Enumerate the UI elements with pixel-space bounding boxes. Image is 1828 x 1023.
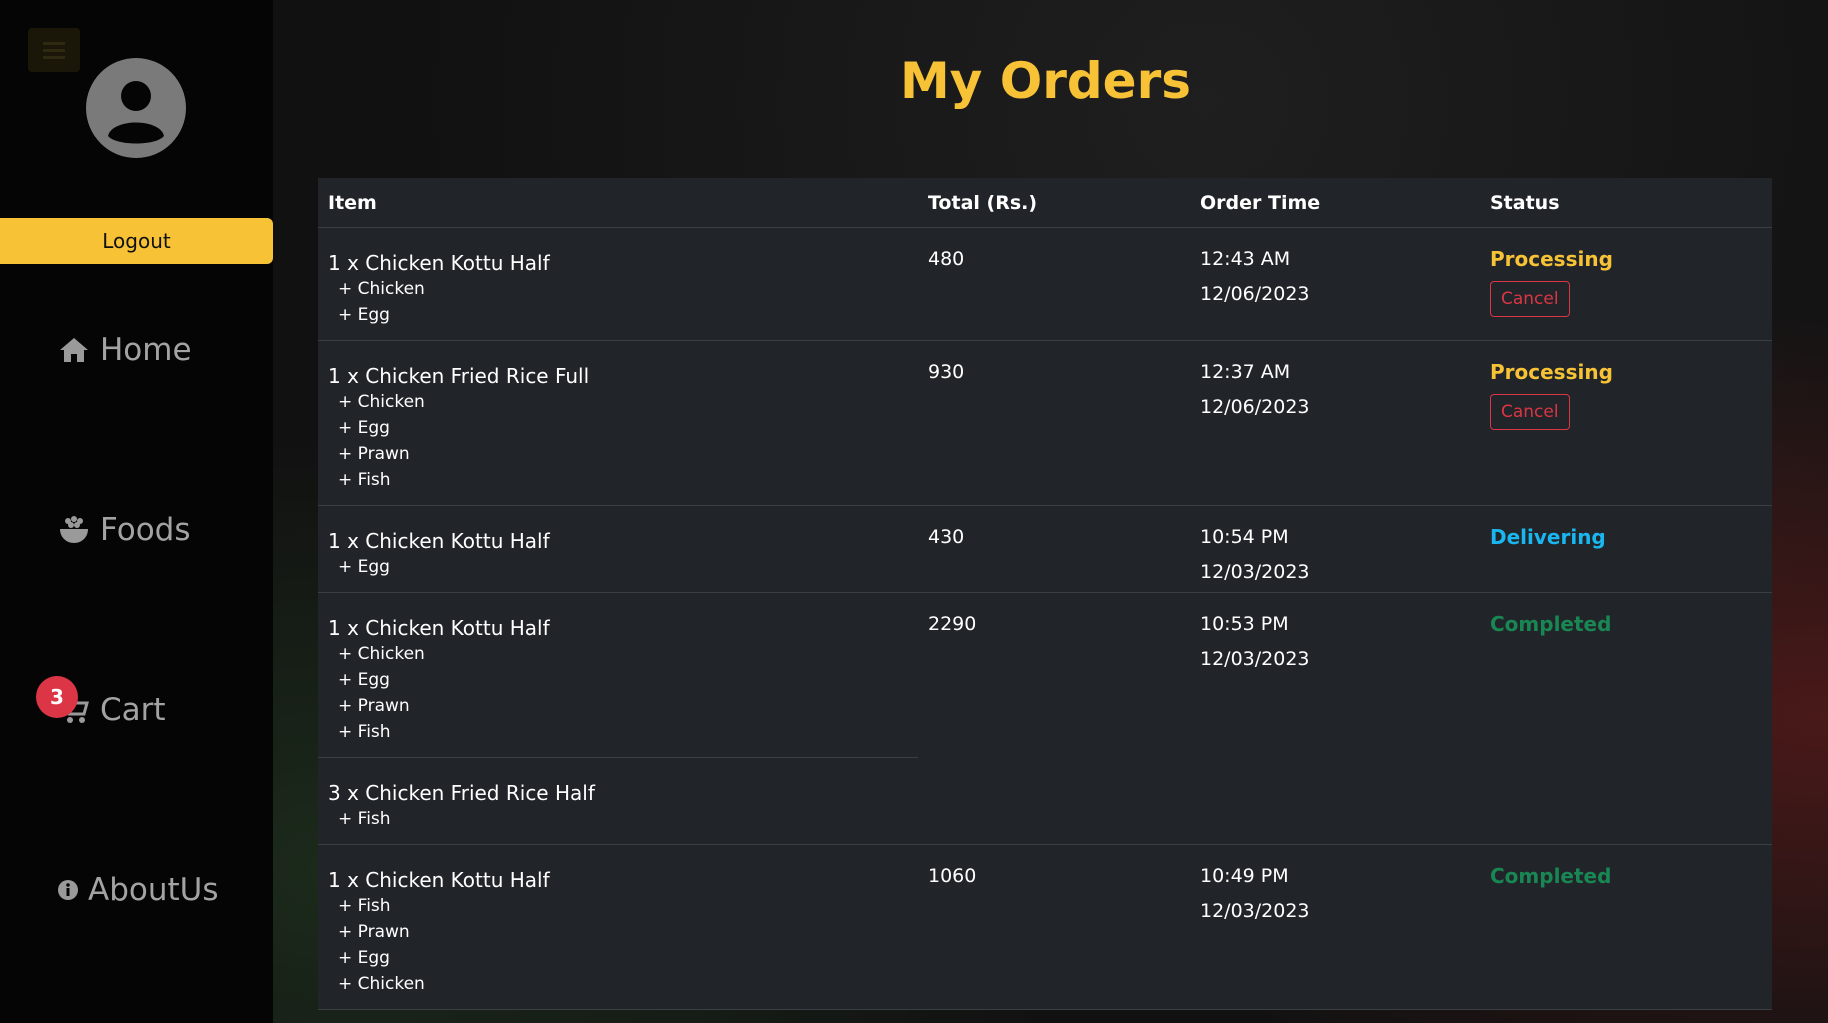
item-addon: + Chicken [338, 392, 425, 412]
order-date: 12/03/2023 [1200, 561, 1310, 583]
order-time-cell: 10:49 PM 12/03/2023 [1190, 845, 1480, 1009]
header-order-time: Order Time [1200, 191, 1321, 214]
order-date: 12/06/2023 [1200, 283, 1310, 305]
nav-label-aboutus: AboutUs [88, 872, 219, 908]
order-time-cell: 10:53 PM 12/03/2023 [1190, 593, 1480, 844]
item-addon: + Prawn [338, 696, 410, 716]
item-addon: + Egg [338, 305, 390, 325]
item-addon: + Fish [338, 896, 391, 916]
item-addon: + Egg [338, 670, 390, 690]
nav-label-cart: Cart [100, 692, 166, 728]
header-item: Item [328, 191, 377, 214]
table-body: 1 x Chicken Kottu Half + Chicken + Egg 480 1… [318, 228, 1772, 1010]
order-items-cell: 1 x Chicken Kottu Half + Fish + Prawn + Egg… [318, 845, 918, 1009]
order-item: 3 x Chicken Fried Rice Half + Fish [318, 757, 918, 844]
order-time-cell: 12:37 AM 12/06/2023 [1190, 341, 1480, 505]
item-name: 1 x Chicken Kottu Half [328, 616, 550, 640]
logout-button[interactable]: Logout [0, 218, 273, 264]
order-items-cell: 1 x Chicken Fried Rice Full + Chicken + Eg… [318, 341, 918, 505]
order-status-cell: Completed [1480, 593, 1772, 844]
item-addon: + Fish [338, 809, 391, 829]
item-addon: + Fish [338, 722, 391, 742]
order-total: 930 [928, 361, 965, 383]
orders-table: Item Total (Rs.) Order Time Status 1 x C… [318, 178, 1772, 1010]
order-status-cell: Completed [1480, 845, 1772, 1009]
order-total: 430 [928, 526, 965, 548]
order-items-cell: 1 x Chicken Kottu Half + Chicken + Egg [318, 228, 918, 340]
status-badge: Completed [1490, 612, 1612, 636]
avatar-icon [86, 58, 186, 158]
item-name: 1 x Chicken Kottu Half [328, 251, 550, 275]
nav-item-foods[interactable]: Foods [58, 512, 191, 548]
order-date: 12/03/2023 [1200, 900, 1310, 922]
table-row: 1 x Chicken Kottu Half + Egg 430 10:54 PM 12… [318, 506, 1772, 593]
table-row: 1 x Chicken Fried Rice Full + Chicken + Eg… [318, 341, 1772, 506]
item-addon: + Egg [338, 557, 390, 577]
order-status-cell: Delivering [1480, 506, 1772, 592]
header-total: Total (Rs.) [928, 191, 1038, 214]
order-item: 1 x Chicken Kottu Half + Fish + Prawn + Egg… [318, 845, 918, 1009]
order-item: 1 x Chicken Fried Rice Full + Chicken + Eg… [318, 341, 918, 505]
order-time: 12:37 AM [1200, 361, 1291, 383]
order-time: 10:53 PM [1200, 613, 1289, 635]
order-items-cell: 1 x Chicken Kottu Half + Chicken + Egg + Pr… [318, 593, 918, 844]
cancel-order-button[interactable]: Cancel [1490, 281, 1570, 317]
cancel-order-button[interactable]: Cancel [1490, 394, 1570, 430]
status-badge: Completed [1490, 864, 1612, 888]
order-total: 480 [928, 248, 965, 270]
item-addon: + Prawn [338, 444, 410, 464]
order-date: 12/03/2023 [1200, 648, 1310, 670]
order-item: 1 x Chicken Kottu Half + Chicken + Egg [318, 228, 918, 340]
table-header: Item Total (Rs.) Order Time Status [318, 178, 1772, 228]
order-time: 10:54 PM [1200, 526, 1289, 548]
status-badge: Processing [1490, 247, 1613, 271]
table-row: 1 x Chicken Kottu Half + Fish + Prawn + Egg… [318, 845, 1772, 1010]
item-name: 3 x Chicken Fried Rice Half [328, 781, 595, 805]
sidebar: Logout Home Foods 3 Cart AboutUs [0, 0, 273, 1023]
item-addon: + Prawn [338, 922, 410, 942]
item-name: 1 x Chicken Kottu Half [328, 868, 550, 892]
order-item: 1 x Chicken Kottu Half + Chicken + Egg + Pr… [318, 593, 918, 757]
item-addon: + Chicken [338, 644, 425, 664]
item-addon: + Egg [338, 948, 390, 968]
nav-label-foods: Foods [100, 512, 191, 548]
hamburger-icon [43, 42, 65, 59]
nav-item-aboutus[interactable]: AboutUs [58, 872, 219, 908]
nav-item-home[interactable]: Home [58, 332, 192, 368]
order-status-cell: Processing Cancel [1480, 228, 1772, 340]
home-icon [60, 338, 88, 362]
menu-toggle-button[interactable] [28, 28, 80, 72]
order-time-cell: 10:54 PM 12/03/2023 [1190, 506, 1480, 592]
table-row: 1 x Chicken Kottu Half + Chicken + Egg 480 1… [318, 228, 1772, 341]
header-status: Status [1490, 191, 1560, 214]
order-item: 1 x Chicken Kottu Half + Egg [318, 506, 918, 592]
order-date: 12/06/2023 [1200, 396, 1310, 418]
order-time: 10:49 PM [1200, 865, 1289, 887]
status-badge: Processing [1490, 360, 1613, 384]
item-addon: + Chicken [338, 974, 425, 994]
cart-count-badge: 3 [36, 676, 78, 718]
order-total: 2290 [928, 613, 977, 635]
item-addon: + Chicken [338, 279, 425, 299]
order-time-cell: 12:43 AM 12/06/2023 [1190, 228, 1480, 340]
info-icon [58, 880, 78, 900]
item-name: 1 x Chicken Fried Rice Full [328, 364, 590, 388]
item-addon: + Fish [338, 470, 391, 490]
item-addon: + Egg [338, 418, 390, 438]
status-badge: Delivering [1490, 525, 1606, 549]
order-items-cell: 1 x Chicken Kottu Half + Egg [318, 506, 918, 592]
nav-label-home: Home [100, 332, 192, 368]
page-title: My Orders [899, 52, 1192, 110]
order-status-cell: Processing Cancel [1480, 341, 1772, 505]
table-row: 1 x Chicken Kottu Half + Chicken + Egg + Pr… [318, 593, 1772, 845]
order-total: 1060 [928, 865, 977, 887]
food-bowl-icon [60, 516, 88, 543]
order-time: 12:43 AM [1200, 248, 1291, 270]
item-name: 1 x Chicken Kottu Half [328, 529, 550, 553]
